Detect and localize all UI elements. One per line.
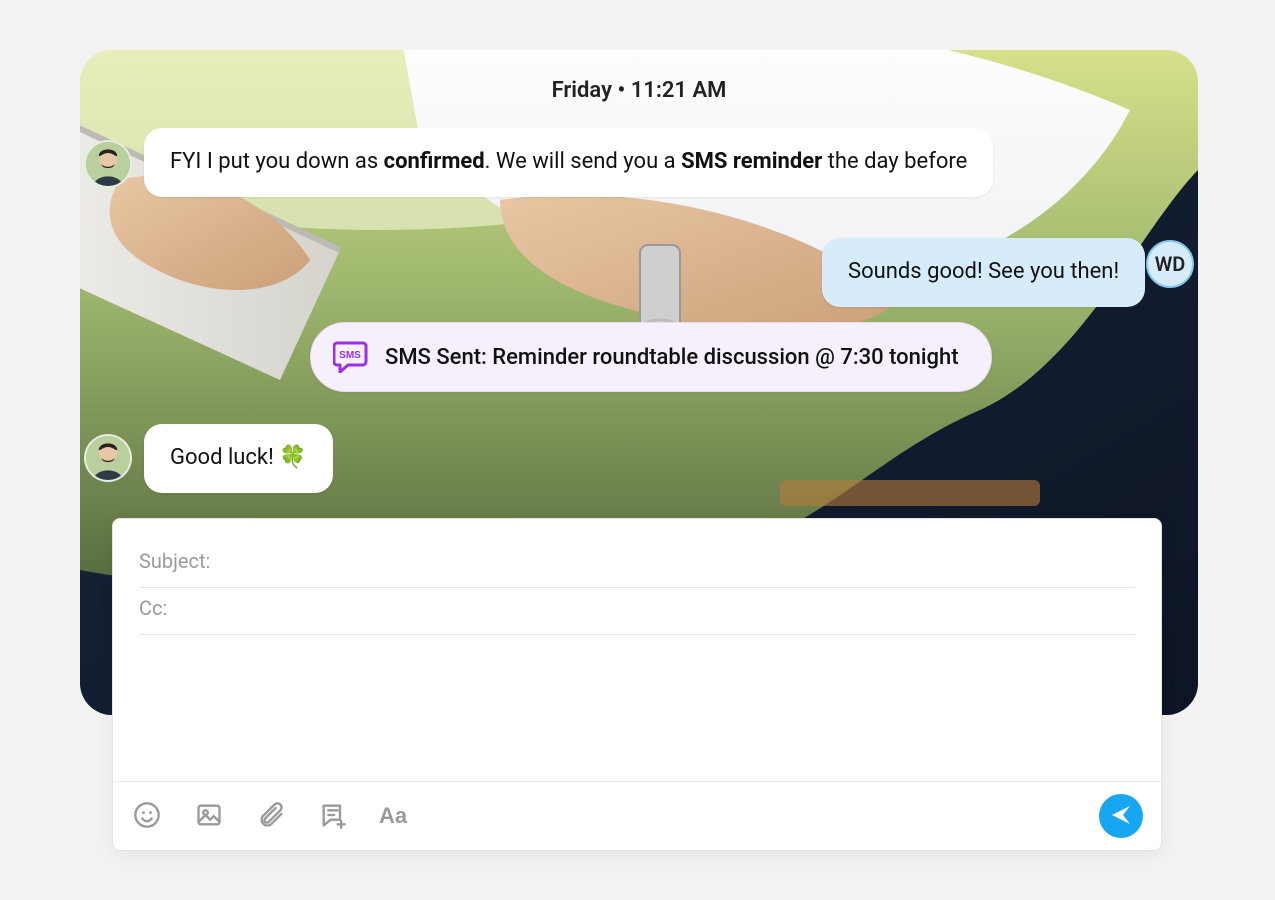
- conversation-timestamp: Friday • 11:21 AM: [80, 78, 1198, 103]
- message-1-text-part3: the day before: [822, 149, 967, 174]
- text-format-button[interactable]: Aa: [379, 803, 407, 829]
- emoji-button[interactable]: [131, 800, 163, 832]
- sms-icon: SMS: [333, 341, 369, 373]
- sms-sent-pill: SMS SMS Sent: Reminder roundtable discus…: [310, 322, 992, 392]
- saved-replies-button[interactable]: [317, 800, 349, 832]
- avatar-initials: WD: [1155, 252, 1186, 276]
- avatar-recipient-wd: WD: [1146, 240, 1194, 288]
- composer-body: [113, 635, 1161, 781]
- sms-sent-text: SMS Sent: Reminder roundtable discussion…: [385, 345, 959, 370]
- text-format-icon: Aa: [379, 803, 407, 828]
- message-composer: Subject: Cc:: [112, 518, 1162, 851]
- emoji-icon: [133, 801, 161, 832]
- message-3-text: Good luck! 🍀: [170, 445, 307, 470]
- image-icon: [195, 801, 223, 832]
- message-bubble-1: FYI I put you down as confirmed. We will…: [144, 128, 993, 197]
- subject-row: Subject:: [139, 541, 1135, 588]
- subject-label: Subject:: [139, 549, 210, 573]
- app-stage: Friday • 11:21 AM FYI I put you down as …: [0, 0, 1275, 900]
- avatar-sender-1: [84, 140, 132, 188]
- send-button[interactable]: [1099, 794, 1143, 838]
- svg-text:SMS: SMS: [339, 350, 361, 361]
- note-add-icon: [319, 801, 347, 832]
- composer-fields: Subject: Cc:: [113, 519, 1161, 635]
- subject-input[interactable]: [218, 550, 1135, 573]
- message-1-text-part1: FYI I put you down as: [170, 149, 384, 174]
- message-1-bold-confirmed: confirmed: [384, 149, 485, 174]
- paperclip-icon: [257, 801, 285, 832]
- cc-label: Cc:: [139, 596, 167, 620]
- message-body-input[interactable]: [139, 651, 1135, 761]
- composer-toolbar: Aa: [113, 781, 1161, 850]
- message-2-text: Sounds good! See you then!: [848, 259, 1119, 284]
- avatar-sender-2: [84, 434, 132, 482]
- cc-input[interactable]: [175, 597, 1135, 620]
- attachment-button[interactable]: [255, 800, 287, 832]
- image-button[interactable]: [193, 800, 225, 832]
- cc-row: Cc:: [139, 588, 1135, 635]
- message-1-bold-sms-reminder: SMS reminder: [681, 149, 822, 174]
- message-bubble-3: Good luck! 🍀: [144, 424, 333, 493]
- message-bubble-2: Sounds good! See you then!: [822, 238, 1145, 307]
- message-1-text-part2: . We will send you a: [485, 149, 681, 174]
- send-icon: [1109, 803, 1133, 830]
